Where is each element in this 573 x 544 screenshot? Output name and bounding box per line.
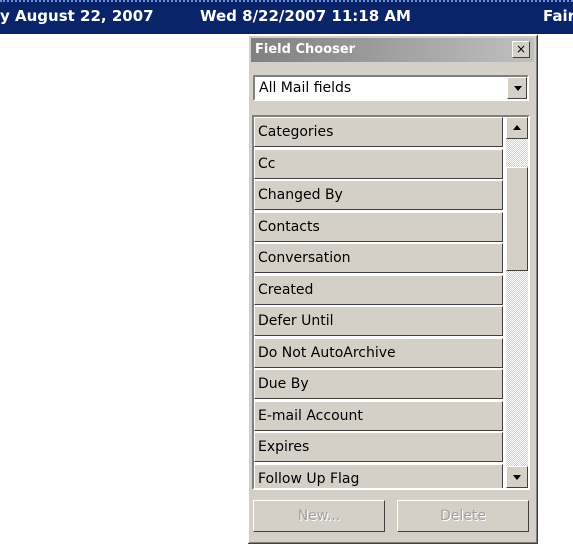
field-list-items: Categories Cc Changed By Contacts Conver… — [254, 117, 503, 488]
field-chooser-dialog: Field Chooser × All Mail fields Categori… — [248, 35, 538, 544]
field-list[interactable]: Categories Cc Changed By Contacts Conver… — [252, 115, 530, 490]
field-item[interactable]: Expires — [254, 432, 503, 462]
field-item[interactable]: Conversation — [254, 243, 503, 273]
arrow-up-icon — [513, 125, 521, 130]
delete-field-button[interactable]: Delete — [397, 500, 529, 532]
field-item[interactable]: Categories — [254, 117, 503, 147]
close-icon: × — [515, 42, 527, 56]
field-item[interactable]: Changed By — [254, 180, 503, 210]
top-header-bar: y August 22, 2007 Wed 8/22/2007 11:18 AM… — [0, 0, 573, 34]
field-item[interactable]: Defer Until — [254, 306, 503, 336]
dialog-title: Field Chooser — [255, 42, 356, 57]
header-datetime-text: Wed 8/22/2007 11:18 AM — [200, 7, 411, 25]
field-item[interactable]: Due By — [254, 369, 503, 399]
chevron-down-icon — [514, 86, 522, 91]
field-item[interactable]: Do Not AutoArchive — [254, 337, 503, 368]
header-date-text: y August 22, 2007 — [0, 7, 154, 25]
field-item[interactable]: Created — [254, 274, 503, 305]
dialog-titlebar[interactable]: Field Chooser × — [251, 38, 534, 62]
field-item[interactable]: Follow Up Flag — [254, 463, 503, 488]
scroll-down-button[interactable] — [506, 466, 528, 488]
header-trailing-text: Fair — [543, 7, 573, 25]
field-category-select[interactable]: All Mail fields — [253, 75, 529, 101]
scroll-thumb[interactable] — [506, 167, 528, 271]
field-item[interactable]: Cc — [254, 148, 503, 179]
close-button[interactable]: × — [512, 41, 530, 58]
vertical-scrollbar[interactable] — [506, 117, 528, 488]
arrow-down-icon — [513, 475, 521, 480]
field-category-value: All Mail fields — [259, 80, 352, 96]
field-item[interactable]: Contacts — [254, 211, 503, 242]
dropdown-button[interactable] — [507, 77, 527, 99]
scroll-up-button[interactable] — [506, 117, 528, 139]
field-item[interactable]: E-mail Account — [254, 400, 503, 431]
new-field-button[interactable]: New... — [253, 500, 385, 532]
